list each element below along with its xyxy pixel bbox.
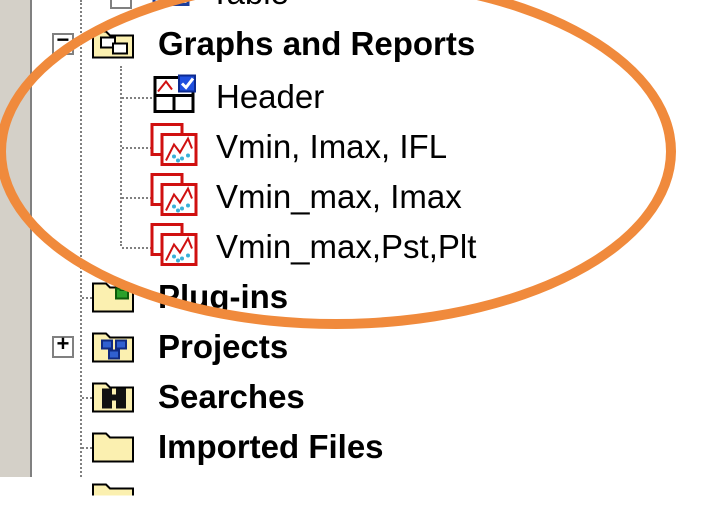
tree-item-vmin-imax-ifl[interactable]: Vmin, Imax, IFL [30, 123, 713, 172]
folder-icon [90, 425, 136, 470]
tree-item-vmin-max-imax[interactable]: Vmin_max, Imax [30, 173, 713, 222]
tree-item-label: Table [210, 0, 289, 12]
tree-item-projects[interactable]: + Projects [30, 324, 713, 370]
collapse-toggle-graphs-and-reports[interactable]: − [52, 31, 74, 55]
project-tree[interactable]: + Table − Graphs and Reports [0, 0, 713, 500]
panel-left-gutter [0, 0, 32, 477]
tree-item-searches[interactable]: Searches [30, 374, 713, 420]
tree-item-label: Header [216, 78, 325, 115]
folder-icon [90, 476, 136, 501]
reports-folder-icon [90, 23, 136, 66]
tree-item-graphs-and-reports[interactable]: − Graphs and Reports [30, 21, 713, 67]
tree-item-vmin-max-pst-plt[interactable]: Vmin_max,Pst,Plt [30, 223, 713, 272]
tree-item-partial-bottom [30, 468, 713, 514]
plugin-folder-icon [90, 275, 136, 320]
graph-report-icon [150, 173, 200, 222]
binoculars-icon [90, 375, 136, 420]
projects-folder-icon [90, 325, 136, 370]
expand-toggle-table[interactable]: + [110, 0, 132, 9]
expand-toggle-projects[interactable]: + [52, 335, 74, 358]
tree-item-header[interactable]: Header [30, 74, 713, 120]
report-header-icon [152, 74, 198, 121]
tree-item-label: Imported Files [158, 428, 384, 465]
graph-report-icon [150, 123, 200, 172]
tree-item-label: Projects [158, 328, 289, 365]
tree-item-label: Graphs and Reports [158, 25, 476, 62]
table-icon [152, 0, 192, 14]
tree-item-plug-ins[interactable]: Plug-ins [30, 274, 713, 320]
graph-report-icon [150, 223, 200, 272]
tree-item-table[interactable]: + Table [30, 0, 713, 16]
tree-item-label: Plug-ins [158, 278, 289, 315]
tree-item-label: Searches [158, 378, 305, 415]
tree-item-label: Vmin, Imax, IFL [216, 128, 448, 165]
tree-item-label: Vmin_max, Imax [216, 178, 462, 215]
tree-item-imported-files[interactable]: Imported Files [30, 424, 713, 470]
tree-item-label: Vmin_max,Pst,Plt [216, 228, 477, 265]
